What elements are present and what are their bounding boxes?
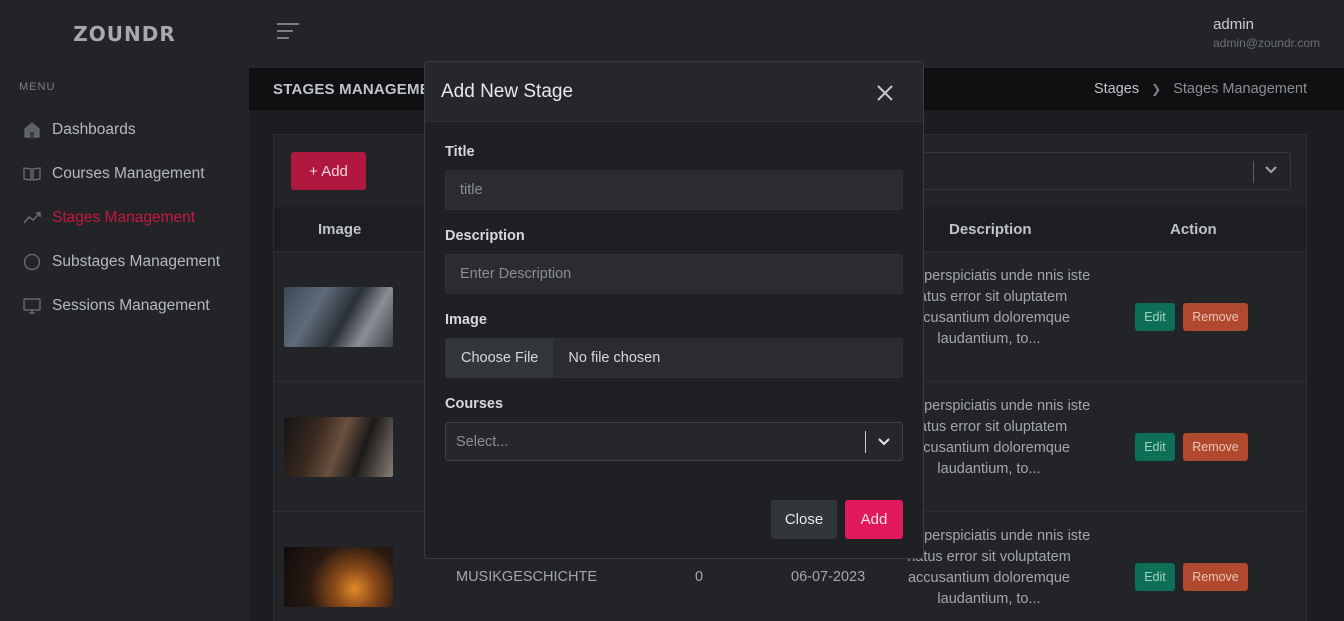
sidebar-item-label: Stages Management <box>52 209 196 226</box>
menu-title: MENU <box>19 81 56 93</box>
choose-file-button[interactable]: Choose File <box>446 339 555 377</box>
close-button[interactable]: Close <box>771 500 837 539</box>
user-menu[interactable]: admin admin@zoundr.com <box>1213 16 1320 50</box>
breadcrumb-link[interactable]: Stages <box>1094 81 1139 97</box>
sidebar-item-dashboards[interactable]: Dashboards <box>0 108 249 152</box>
modal-header: Add New Stage <box>425 62 923 122</box>
course-filter-select[interactable] <box>914 152 1291 190</box>
column-header-description: Description <box>949 221 1032 238</box>
select-divider <box>1253 161 1254 183</box>
sidebar-item-label: Sessions Management <box>52 297 210 314</box>
courses-label: Courses <box>445 396 504 412</box>
title-label: Title <box>445 144 475 160</box>
close-icon[interactable] <box>875 83 895 103</box>
user-name: admin <box>1213 16 1254 33</box>
remove-button[interactable]: Remove <box>1183 433 1248 461</box>
home-icon <box>22 120 42 140</box>
book-icon <box>22 164 42 184</box>
monitor-icon <box>22 296 42 316</box>
sidebar-item-sessions[interactable]: Sessions Management <box>0 284 249 328</box>
chevron-right-icon: ❯ <box>1151 82 1162 96</box>
remove-button[interactable]: Remove <box>1183 303 1248 331</box>
image-file-input[interactable]: Choose File No file chosen <box>445 338 903 378</box>
stage-date: 06-07-2023 <box>791 569 866 585</box>
edit-button[interactable]: Edit <box>1135 303 1175 331</box>
breadcrumb: Stages ❯ Stages Management <box>1094 81 1307 97</box>
select-divider <box>865 431 866 453</box>
trend-icon <box>22 208 42 228</box>
sidebar-item-courses[interactable]: Courses Management <box>0 152 249 196</box>
submit-add-button[interactable]: Add <box>845 500 903 539</box>
edit-button[interactable]: Edit <box>1135 563 1175 591</box>
title-input[interactable] <box>445 170 903 210</box>
stage-thumbnail <box>284 547 393 607</box>
file-name: No file chosen <box>568 350 661 366</box>
circle-icon <box>22 252 42 272</box>
chevron-down-icon[interactable] <box>877 436 891 448</box>
sidebar: ZOUNDR MENU Dashboards Courses Managemen… <box>0 0 249 621</box>
description-label: Description <box>445 228 525 244</box>
stage-substage-count: 0 <box>695 569 704 585</box>
modal-title: Add New Stage <box>441 81 574 102</box>
user-email: admin@zoundr.com <box>1213 36 1320 50</box>
description-input[interactable] <box>445 254 903 294</box>
sidebar-item-label: Substages Management <box>52 253 221 270</box>
menu-toggle-icon[interactable] <box>277 23 299 43</box>
app-logo[interactable]: ZOUNDR <box>0 0 249 68</box>
courses-select[interactable]: Select... <box>445 422 903 461</box>
courses-select-value: Select... <box>456 434 509 450</box>
add-stage-button[interactable]: + Add <box>291 152 366 190</box>
stage-thumbnail <box>284 417 393 477</box>
sidebar-item-label: Courses Management <box>52 165 205 182</box>
remove-button[interactable]: Remove <box>1183 563 1248 591</box>
sidebar-item-label: Dashboards <box>52 121 136 138</box>
add-stage-modal: Add New Stage Title Description Image Ch… <box>424 61 924 559</box>
sidebar-item-stages[interactable]: Stages Management <box>0 196 249 240</box>
edit-button[interactable]: Edit <box>1135 433 1175 461</box>
breadcrumb-current: Stages Management <box>1173 81 1307 97</box>
sidebar-item-substages[interactable]: Substages Management <box>0 240 249 284</box>
column-header-image: Image <box>318 221 362 238</box>
chevron-down-icon <box>1265 166 1277 174</box>
column-header-action: Action <box>1170 221 1217 238</box>
stage-thumbnail <box>284 287 393 347</box>
topbar: admin admin@zoundr.com <box>249 0 1344 68</box>
stage-title: MUSIKGESCHICHTE <box>456 569 597 585</box>
image-label: Image <box>445 312 487 328</box>
